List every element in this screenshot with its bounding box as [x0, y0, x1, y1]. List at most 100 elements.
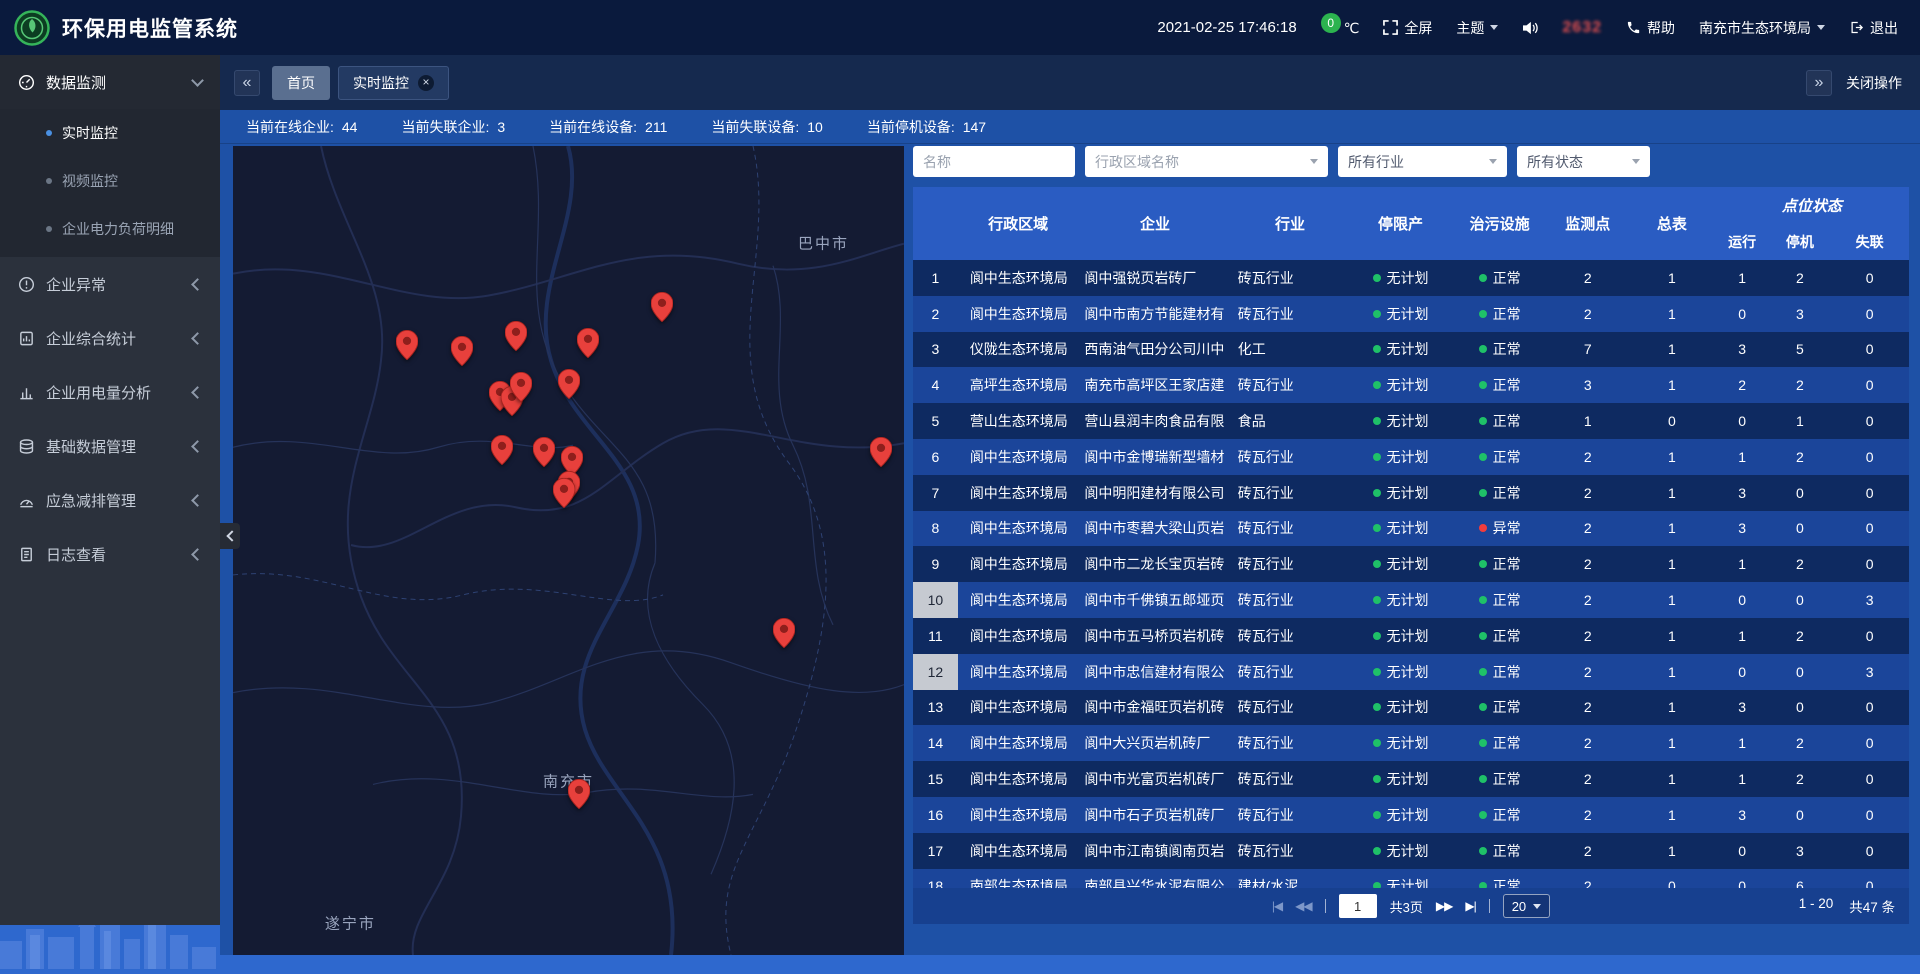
map-pin[interactable]	[533, 437, 555, 467]
temperature-indicator: 0 ℃	[1321, 18, 1360, 38]
table-row[interactable]: 6阆中生态环境局阆中市金博瑞新型墙材砖瓦行业无计划正常21120	[913, 439, 1909, 475]
name-filter-input[interactable]	[913, 146, 1075, 177]
meter-count-cell: 1	[1629, 367, 1715, 403]
table-row[interactable]: 15阆中生态环境局阆中市光富页岩机砖厂砖瓦行业无计划正常21120	[913, 761, 1909, 797]
map-pin[interactable]	[451, 336, 473, 366]
fullscreen-button[interactable]: 全屏	[1383, 18, 1432, 38]
production-status-cell: 无计划	[1348, 260, 1453, 296]
region-cell: 阆中生态环境局	[958, 618, 1079, 654]
facility-status-cell: 正常	[1453, 797, 1547, 833]
map-pin[interactable]	[870, 437, 892, 467]
last-page-button[interactable]: ▶|	[1465, 899, 1475, 913]
map-pin[interactable]	[510, 372, 532, 402]
status-filter-select[interactable]: 所有状态	[1517, 146, 1650, 177]
running-count-cell: 0	[1715, 582, 1770, 618]
region-cell: 营山生态环境局	[958, 403, 1079, 439]
sidebar-group: 企业异常	[0, 257, 220, 311]
industry-filter-select[interactable]: 所有行业	[1338, 146, 1507, 177]
theme-dropdown[interactable]: 主题	[1456, 18, 1498, 38]
map-pin[interactable]	[396, 330, 418, 360]
facility-status-cell: 正常	[1453, 367, 1547, 403]
page-number-input[interactable]	[1339, 894, 1377, 918]
table-row[interactable]: 4高坪生态环境局南充市高坪区王家店建砖瓦行业无计划正常31220	[913, 367, 1909, 403]
tabs-scroll-left-button[interactable]: «	[234, 70, 260, 96]
map-collapse-handle[interactable]	[220, 523, 240, 549]
running-count-cell: 3	[1715, 690, 1770, 726]
table-row[interactable]: 9阆中生态环境局阆中市二龙长宝页岩砖砖瓦行业无计划正常21120	[913, 546, 1909, 582]
stopped-count-cell: 3	[1769, 833, 1830, 869]
table-row[interactable]: 18南部生态环境局南部县兴华水泥有限公建材(水泥无计划正常20060	[913, 869, 1909, 888]
map-pin[interactable]	[577, 328, 599, 358]
close-operations-button[interactable]: 关闭操作	[1846, 73, 1902, 93]
sidebar-item-label: 企业电力负荷明细	[62, 219, 174, 239]
table-row[interactable]: 2阆中生态环境局阆中市南方节能建材有砖瓦行业无计划正常21030	[913, 296, 1909, 332]
table-row[interactable]: 5营山生态环境局营山县润丰肉食品有限食品无计划正常10010	[913, 403, 1909, 439]
page-size-select[interactable]: 20	[1503, 894, 1550, 918]
map-pin[interactable]	[491, 435, 513, 465]
company-cell: 阆中市枣碧大梁山页岩	[1078, 511, 1231, 547]
table-row[interactable]: 13阆中生态环境局阆中市金福旺页岩机砖砖瓦行业无计划正常21300	[913, 690, 1909, 726]
map-pin[interactable]	[568, 779, 590, 809]
map-pin[interactable]	[553, 478, 575, 508]
table-row[interactable]: 14阆中生态环境局阆中大兴页岩机砖厂砖瓦行业无计划正常21120	[913, 725, 1909, 761]
map-pin[interactable]	[651, 292, 673, 322]
table-row[interactable]: 17阆中生态环境局阆中市江南镇阆南页岩砖瓦行业无计划正常21030	[913, 833, 1909, 869]
header-production: 停限产	[1348, 187, 1453, 260]
sidebar-item[interactable]: 视频监控	[0, 157, 220, 205]
tab-item[interactable]: 实时监控×	[338, 66, 449, 100]
table-row[interactable]: 11阆中生态环境局阆中市五马桥页岩机砖砖瓦行业无计划正常21120	[913, 618, 1909, 654]
facility-status-cell: 正常	[1453, 582, 1547, 618]
sidebar-group-header[interactable]: 数据监测	[0, 55, 220, 109]
row-index-cell: 4	[913, 367, 958, 403]
alert-count-badge[interactable]: 2632	[1562, 19, 1602, 37]
table-row[interactable]: 3仪陇生态环境局西南油气田分公司川中化工无计划正常71350	[913, 332, 1909, 368]
facility-status-cell: 正常	[1453, 439, 1547, 475]
tab-close-icon[interactable]: ×	[418, 75, 434, 91]
map-pin[interactable]	[505, 321, 527, 351]
sidebar-group-header[interactable]: 企业异常	[0, 257, 220, 311]
table-row[interactable]: 16阆中生态环境局阆中市石子页岩机砖厂砖瓦行业无计划正常21300	[913, 797, 1909, 833]
sidebar-group-header[interactable]: 日志查看	[0, 527, 220, 581]
table-row[interactable]: 1阆中生态环境局阆中强锐页岩砖厂砖瓦行业无计划正常21120	[913, 260, 1909, 296]
table-row[interactable]: 12阆中生态环境局阆中市忠信建材有限公砖瓦行业无计划正常21003	[913, 654, 1909, 690]
tab-item[interactable]: 首页	[272, 66, 330, 100]
meter-count-cell: 1	[1629, 690, 1715, 726]
company-cell: 阆中市南方节能建材有	[1078, 296, 1231, 332]
monitor-count-cell: 2	[1546, 869, 1629, 888]
status-green-dot-icon	[1479, 274, 1487, 282]
sidebar-group-header[interactable]: 基础数据管理	[0, 419, 220, 473]
stat-label: 当前失联企业:	[401, 117, 489, 137]
table-row[interactable]: 8阆中生态环境局阆中市枣碧大梁山页岩砖瓦行业无计划异常21300	[913, 511, 1909, 547]
map-panel[interactable]: 巴中市南充市遂宁市	[233, 146, 904, 955]
table-row[interactable]: 10阆中生态环境局阆中市千佛镇五郎垭页砖瓦行业无计划正常21003	[913, 582, 1909, 618]
org-dropdown[interactable]: 南充市生态环境局	[1699, 18, 1825, 38]
company-cell: 阆中市二龙长宝页岩砖	[1078, 546, 1231, 582]
alert-sound-button[interactable]	[1522, 21, 1538, 35]
help-button[interactable]: 帮助	[1626, 18, 1675, 38]
logout-button[interactable]: 退出	[1849, 18, 1898, 38]
sidebar-item[interactable]: 实时监控	[0, 109, 220, 157]
header-index	[913, 187, 958, 260]
offline-count-cell: 3	[1830, 654, 1909, 690]
offline-count-cell: 0	[1830, 332, 1909, 368]
next-page-button[interactable]: ▶▶	[1436, 899, 1452, 913]
bullet-icon	[46, 130, 52, 136]
region-filter-select[interactable]: 行政区域名称	[1085, 146, 1328, 177]
sidebar-group-header[interactable]: 应急减排管理	[0, 473, 220, 527]
company-cell: 阆中大兴页岩机砖厂	[1078, 725, 1231, 761]
running-count-cell: 3	[1715, 511, 1770, 547]
row-index-cell: 14	[913, 725, 958, 761]
tabs-scroll-right-button[interactable]: »	[1806, 70, 1832, 96]
stat-label: 当前停机设备:	[867, 117, 955, 137]
map-pin[interactable]	[773, 618, 795, 648]
offline-count-cell: 0	[1830, 475, 1909, 511]
table-row[interactable]: 7阆中生态环境局阆中明阳建材有限公司砖瓦行业无计划正常21300	[913, 475, 1909, 511]
sidebar-item[interactable]: 企业电力负荷明细	[0, 205, 220, 253]
facility-status-cell: 正常	[1453, 260, 1547, 296]
sidebar-group-header[interactable]: 企业综合统计	[0, 311, 220, 365]
tab-bar-right: » 关闭操作	[1806, 70, 1902, 96]
prev-page-button[interactable]: ◀◀	[1295, 899, 1311, 913]
sidebar-group-header[interactable]: 企业用电量分析	[0, 365, 220, 419]
first-page-button[interactable]: |◀	[1272, 899, 1282, 913]
map-pin[interactable]	[558, 369, 580, 399]
